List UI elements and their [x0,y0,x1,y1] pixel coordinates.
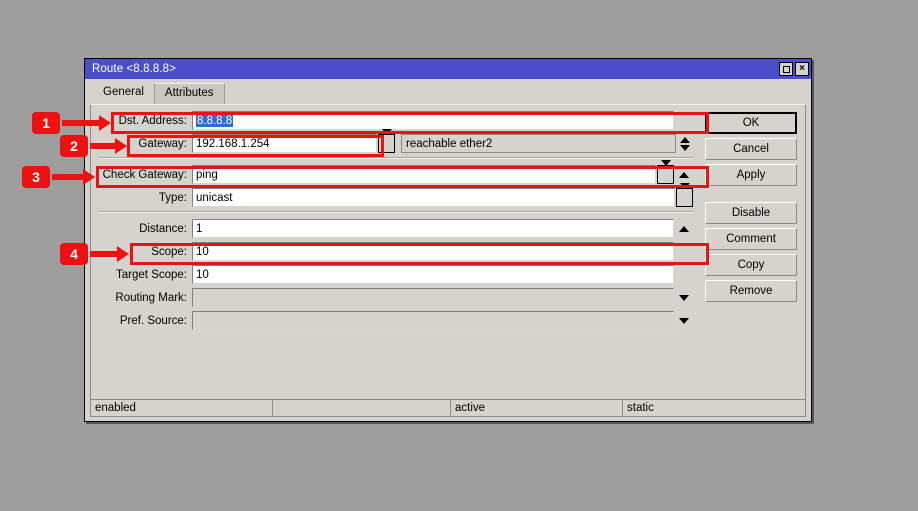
type-row: Type: unicast [99,182,693,207]
callout-badge-3: 3 [22,166,50,188]
general-panel: Dst. Address: 8.8.8.8 Gateway: 192.168.1… [90,104,806,414]
pref-source-input[interactable] [192,311,674,330]
ok-button[interactable]: OK [705,112,797,134]
target-scope-row: Target Scope: 10 [99,265,693,284]
scope-row: Scope: 10 [99,242,693,261]
gateway-input[interactable]: 192.168.1.254 [192,134,377,153]
check-gateway-input[interactable]: ping [192,165,656,184]
tab-general[interactable]: General [93,83,154,104]
apply-button[interactable]: Apply [705,164,797,186]
routing-mark-label: Routing Mark: [115,291,187,304]
callout-arrow-1 [62,115,111,131]
screen: Route <8.8.8.8> × General Attributes Dst… [0,0,918,511]
check-gateway-collapse-button[interactable] [674,171,693,178]
gateway-row: Gateway: 192.168.1.254 reachable ether2 [99,128,693,153]
chevron-down-icon [679,182,690,207]
type-label: Type: [158,191,187,204]
target-scope-input[interactable]: 10 [192,265,674,284]
check-gateway-dropdown-button[interactable] [657,159,674,184]
target-scope-label: Target Scope: [116,268,187,281]
callout-arrow-4 [90,246,129,262]
title-bar[interactable]: Route <8.8.8.8> × [85,59,811,79]
button-group-divider [705,190,797,202]
distance-input[interactable]: 1 [192,219,674,238]
status-empty [273,400,451,416]
chevron-down-icon [381,128,392,153]
dst-address-row: Dst. Address: 8.8.8.8 [99,111,693,130]
route-dialog: Route <8.8.8.8> × General Attributes Dst… [84,58,812,422]
callout-arrow-3 [52,169,95,185]
pref-source-dropdown-button[interactable] [674,317,693,324]
pref-source-label: Pref. Source: [119,314,187,327]
chevron-down-icon [660,159,671,184]
type-input[interactable]: unicast [192,188,675,207]
tab-bar: General Attributes [90,83,806,104]
status-active: active [451,400,623,416]
distance-label: Distance: [139,222,187,235]
chevron-up-icon [678,171,689,178]
cancel-button[interactable]: Cancel [705,138,797,160]
routing-mark-input[interactable] [192,288,674,307]
callout-badge-1: 1 [32,112,60,134]
scope-input[interactable]: 10 [192,242,674,261]
tab-attributes[interactable]: Attributes [153,83,225,104]
callout-badge-4: 4 [60,243,88,265]
restore-button[interactable] [779,62,793,76]
chevron-up-icon [679,136,690,143]
dst-address-label: Dst. Address: [118,114,187,127]
chevron-up-icon [678,225,689,232]
pref-source-row: Pref. Source: [99,311,693,330]
remove-button[interactable]: Remove [705,280,797,302]
routing-mark-dropdown-button[interactable] [674,294,693,301]
close-icon: × [799,63,805,74]
gateway-spinner[interactable] [676,136,693,151]
type-dropdown-button[interactable] [676,182,693,207]
gateway-dropdown-button[interactable] [378,128,395,153]
distance-collapse-button[interactable] [674,225,693,232]
dst-address-value: 8.8.8.8 [196,115,234,127]
panel-content: Dst. Address: 8.8.8.8 Gateway: 192.168.1… [99,111,797,334]
check-gateway-row: Check Gateway: ping [99,159,693,184]
separator-1 [99,157,693,159]
chevron-down-icon [679,144,690,151]
copy-button[interactable]: Copy [705,254,797,276]
status-static: static [627,402,654,414]
window-title: Route <8.8.8.8> [92,63,176,75]
check-gateway-label: Check Gateway: [102,168,187,181]
disable-button[interactable]: Disable [705,202,797,224]
status-bar: enabled active static [90,399,806,417]
status-enabled: enabled [91,400,273,416]
comment-button[interactable]: Comment [705,228,797,250]
restore-icon [782,65,790,73]
chevron-down-icon [678,294,689,301]
chevron-down-icon [678,317,689,324]
distance-row: Distance: 1 [99,219,693,238]
action-buttons: OK Cancel Apply Disable Comment Copy Rem… [705,111,797,334]
title-bar-buttons: × [779,62,809,76]
callout-arrow-2 [90,138,127,154]
dst-address-input[interactable]: 8.8.8.8 [192,111,674,130]
callout-badge-2: 2 [60,135,88,157]
separator-2 [99,211,693,213]
gateway-status-field: reachable ether2 [401,134,676,153]
routing-mark-row: Routing Mark: [99,288,693,307]
fields-column: Dst. Address: 8.8.8.8 Gateway: 192.168.1… [99,111,693,334]
dialog-body: General Attributes Dst. Address: 8.8.8.8 [85,79,811,421]
close-button[interactable]: × [795,62,809,76]
